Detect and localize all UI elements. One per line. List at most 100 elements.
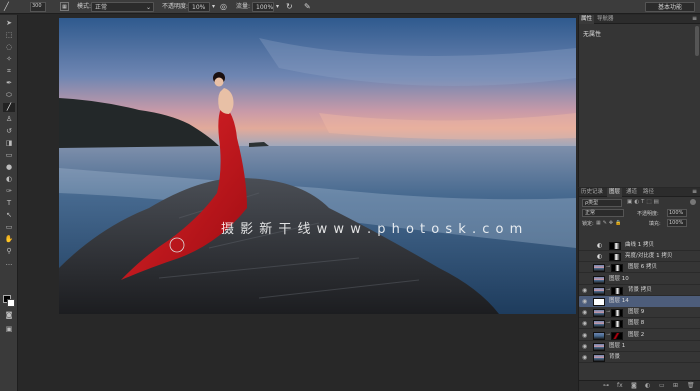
document-image[interactable]: 摄 影 新 干 线 w w w . p h o t o s k . c o m bbox=[59, 18, 576, 314]
layer-row[interactable]: ◉ ⊸ 图层 2 bbox=[579, 330, 700, 341]
layer-thumbnail[interactable] bbox=[593, 309, 605, 318]
quick-select-tool-icon[interactable]: ✧ bbox=[3, 55, 15, 64]
layer-row[interactable]: ◉ ⊸ 背景 拷贝 bbox=[579, 285, 700, 296]
gradient-tool-icon[interactable]: ▭ bbox=[3, 151, 15, 160]
quick-mask-icon[interactable]: ◙ bbox=[3, 311, 15, 320]
zoom-tool-icon[interactable]: ⚲ bbox=[3, 247, 15, 256]
flow-dropdown-icon[interactable]: ▾ bbox=[276, 2, 279, 12]
layer-thumbnail[interactable] bbox=[593, 298, 605, 306]
clone-stamp-tool-icon[interactable]: ♙ bbox=[3, 115, 15, 124]
move-tool-icon[interactable]: ➤ bbox=[3, 19, 15, 28]
eye-icon[interactable] bbox=[582, 253, 589, 260]
tab-history[interactable]: 历史记录 bbox=[579, 188, 605, 197]
dodge-tool-icon[interactable]: ◐ bbox=[3, 175, 15, 184]
screen-mode-icon[interactable]: ▣ bbox=[3, 325, 15, 334]
eyedropper-tool-icon[interactable]: ✒ bbox=[3, 79, 15, 88]
path-select-tool-icon[interactable]: ↖ bbox=[3, 211, 15, 220]
link-icon[interactable]: ⊸ bbox=[606, 287, 610, 293]
history-brush-tool-icon[interactable]: ↺ bbox=[3, 127, 15, 136]
eraser-tool-icon[interactable]: ◨ bbox=[3, 139, 15, 148]
new-group-icon[interactable]: ▭ bbox=[659, 382, 665, 389]
layer-row[interactable]: ◉ 图层 1 bbox=[579, 341, 700, 352]
airbrush-icon[interactable]: ↻ bbox=[286, 2, 293, 12]
eye-icon[interactable]: ◉ bbox=[582, 320, 589, 327]
link-icon[interactable]: ⊸ bbox=[606, 320, 610, 326]
new-layer-icon[interactable]: ⊞ bbox=[673, 382, 678, 389]
workspace-switcher[interactable]: 基本功能 bbox=[645, 2, 695, 12]
hand-tool-icon[interactable]: ✋ bbox=[3, 235, 15, 244]
layer-style-icon[interactable]: fx bbox=[617, 382, 623, 389]
eye-icon[interactable]: ◉ bbox=[582, 332, 589, 339]
layer-row[interactable]: 图层 10 bbox=[579, 274, 700, 285]
marquee-tool-icon[interactable]: ⬚ bbox=[3, 31, 15, 40]
layer-filter-select[interactable]: ρ类型 bbox=[582, 199, 622, 207]
healing-brush-tool-icon[interactable]: ⬭ bbox=[3, 91, 15, 100]
add-mask-icon[interactable]: ◙ bbox=[631, 382, 637, 389]
layer-thumbnail[interactable] bbox=[593, 354, 605, 362]
layer-row[interactable]: ◉ 图层 14 bbox=[579, 296, 700, 307]
link-icon[interactable]: ⊸ bbox=[606, 332, 610, 338]
layer-row[interactable]: ◐ 亮度/对比度 1 拷贝 bbox=[579, 251, 700, 263]
shape-tool-icon[interactable]: ▭ bbox=[3, 223, 15, 232]
filter-toggle[interactable] bbox=[690, 199, 696, 205]
brush-icon[interactable]: ╱ bbox=[4, 2, 9, 12]
lasso-tool-icon[interactable]: ◌ bbox=[3, 43, 15, 52]
brush-preset-picker[interactable]: 300 bbox=[30, 2, 46, 12]
fill-input[interactable]: 100% bbox=[667, 219, 687, 227]
opacity-input[interactable]: 10% bbox=[188, 2, 210, 12]
layer-thumbnail[interactable] bbox=[593, 275, 605, 284]
layer-mask-thumb[interactable] bbox=[611, 286, 623, 295]
tab-layers[interactable]: 图层 bbox=[607, 188, 623, 197]
eye-icon[interactable] bbox=[582, 276, 589, 283]
layer-mask-thumb[interactable] bbox=[611, 264, 623, 273]
more-tools-icon[interactable]: ··· bbox=[3, 261, 15, 270]
layer-thumbnail[interactable] bbox=[593, 286, 605, 295]
layer-mask-thumb[interactable] bbox=[609, 253, 621, 262]
pen-tool-icon[interactable]: ✑ bbox=[3, 187, 15, 196]
adjustment-layer-icon[interactable]: ◐ bbox=[645, 382, 650, 389]
link-icon[interactable]: ⊸ bbox=[606, 309, 610, 315]
opacity-dropdown-icon[interactable]: ▾ bbox=[212, 2, 215, 12]
eye-icon[interactable] bbox=[582, 242, 589, 249]
tab-properties[interactable]: 属性 bbox=[579, 15, 595, 24]
crop-tool-icon[interactable]: ⌗ bbox=[3, 67, 15, 76]
layer-row[interactable]: ◉ ⊸ 图层 8 bbox=[579, 318, 700, 330]
delete-layer-icon[interactable]: 🗑 bbox=[687, 382, 695, 389]
eye-icon[interactable]: ◉ bbox=[582, 298, 589, 305]
layer-row[interactable]: ⊸ 图层 6 拷贝 bbox=[579, 262, 700, 274]
layer-row[interactable]: ◐ 曲线 1 拷贝 bbox=[579, 240, 700, 251]
document-canvas-area[interactable]: 摄 影 新 干 线 w w w . p h o t o s k . c o m bbox=[19, 15, 577, 391]
layer-thumbnail[interactable] bbox=[593, 320, 605, 329]
pressure-size-icon[interactable]: ✎ bbox=[304, 2, 311, 12]
layer-thumbnail[interactable] bbox=[593, 264, 605, 273]
filter-icons[interactable]: ▣◐T⬚▤ bbox=[627, 199, 661, 205]
tab-channels[interactable]: 通道 bbox=[624, 188, 639, 197]
pressure-opacity-icon[interactable]: ◎ bbox=[220, 2, 227, 12]
flow-input[interactable]: 100% bbox=[252, 2, 274, 12]
eye-icon[interactable]: ◉ bbox=[582, 287, 589, 294]
brush-panel-toggle-icon[interactable]: ▦ bbox=[60, 2, 69, 11]
background-color-swatch[interactable] bbox=[7, 299, 15, 307]
blur-tool-icon[interactable]: ● bbox=[3, 163, 15, 172]
layer-row[interactable]: ◉ ⊸ 图层 9 bbox=[579, 307, 700, 319]
layer-mask-thumb[interactable] bbox=[611, 309, 623, 318]
link-icon[interactable]: ⊸ bbox=[606, 264, 610, 270]
eye-icon[interactable] bbox=[582, 264, 589, 271]
panel-menu-icon[interactable]: ≡ bbox=[692, 15, 697, 22]
layer-mask-thumb[interactable] bbox=[611, 320, 623, 329]
blend-mode-select[interactable]: 正常 bbox=[582, 209, 624, 217]
layer-opacity-input[interactable]: 100% bbox=[667, 209, 687, 217]
eye-icon[interactable]: ◉ bbox=[582, 309, 589, 316]
panel-menu-icon[interactable]: ≡ bbox=[692, 188, 697, 195]
properties-scrollbar[interactable] bbox=[695, 26, 699, 56]
link-layers-icon[interactable]: ⊶ bbox=[603, 382, 609, 389]
layer-thumbnail[interactable] bbox=[593, 342, 605, 351]
lock-icons[interactable]: ▦✎✥🔒 bbox=[596, 220, 623, 226]
brush-tool-icon[interactable]: ╱ bbox=[3, 103, 15, 112]
eye-icon[interactable]: ◉ bbox=[582, 343, 589, 350]
type-tool-icon[interactable]: T bbox=[3, 199, 15, 208]
layer-mask-thumb[interactable] bbox=[611, 331, 623, 340]
tab-paths[interactable]: 路径 bbox=[641, 188, 656, 197]
tab-navigator[interactable]: 导航器 bbox=[595, 15, 616, 24]
layer-mask-thumb[interactable] bbox=[609, 242, 621, 250]
